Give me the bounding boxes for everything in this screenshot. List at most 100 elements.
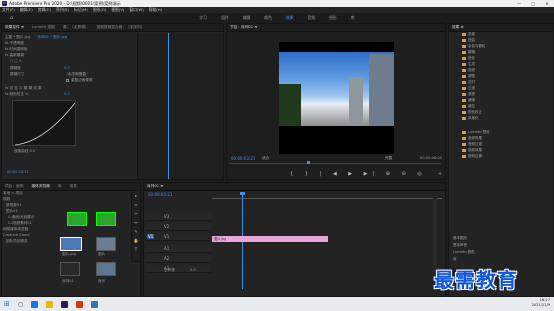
ec-row-color-correction[interactable]: fx 颜色校正 % <box>5 92 28 97</box>
media-thumbnail[interactable] <box>67 212 87 226</box>
effects-item[interactable]: 模糊 <box>462 50 475 55</box>
maximize-button[interactable]: □ <box>526 0 540 7</box>
project-item[interactable]: C:桌面\光线展示 <box>8 215 35 220</box>
tab-lumetri-scopes[interactable]: Lumetri 范围 <box>32 25 55 30</box>
master-track-value[interactable]: 0.0 <box>190 268 196 272</box>
track-header-v1[interactable]: V1 V1 <box>146 233 211 241</box>
project-item[interactable]: 网络媒体浏览器 <box>3 227 28 232</box>
ec-row-custom-blur[interactable]: fx 自 定 义 模 糊 效 果 <box>5 86 42 91</box>
effects-item[interactable]: 通道 <box>462 98 475 103</box>
track-header-v3[interactable]: V3 <box>146 213 211 221</box>
panel-basic-graphics[interactable]: 基本图形 <box>453 236 467 241</box>
home-icon[interactable]: ⌂ <box>3 15 20 21</box>
panel-lumetri-color[interactable]: Lumetri 颜色 <box>453 250 475 255</box>
track-header-v2[interactable]: V2 <box>146 223 211 231</box>
tab-source[interactable]: 源：（无剪辑） <box>63 25 89 30</box>
ec-row-blurriness[interactable]: 模糊度 <box>10 66 21 71</box>
workspace-assembly[interactable]: 组件 <box>214 15 236 21</box>
workspace-learn[interactable]: 学习 <box>193 15 215 21</box>
windows-start-icon[interactable]: ⊞ <box>4 300 10 308</box>
project-item[interactable]: Creative Cloud <box>3 233 29 237</box>
workspace-editing[interactable]: 编辑 <box>236 15 258 21</box>
effects-item[interactable]: 调整 <box>462 74 475 79</box>
media-thumbnail[interactable] <box>96 237 116 251</box>
premiere-icon[interactable] <box>61 300 69 308</box>
track-header-a2[interactable]: A2 <box>146 255 211 263</box>
ec-row-opacity[interactable]: fx 不透明度 <box>5 41 24 46</box>
tab-effects[interactable]: 效果 ≡ <box>452 25 464 30</box>
tab-program[interactable]: 节目：序列01 ≡ <box>230 25 257 30</box>
project-item[interactable]: C:\视频素材01 <box>8 221 32 226</box>
program-playhead[interactable] <box>307 161 310 164</box>
effects-item[interactable]: 过时 <box>462 80 475 85</box>
workspace-libraries[interactable]: 库 <box>344 15 362 21</box>
tab-effect-controls[interactable]: 效果控件 ≡ <box>5 25 24 30</box>
effects-item[interactable]: 生成 <box>462 62 475 67</box>
timeline-timecode[interactable]: 00:00:03:21 <box>148 192 172 197</box>
effects-item[interactable]: 过渡 <box>462 86 475 91</box>
project-path[interactable]: 本地 > 项目 <box>3 191 23 196</box>
ec-row-dimensions[interactable]: 模糊尺寸 <box>10 72 24 77</box>
effects-item[interactable]: 音频效果 <box>462 136 482 141</box>
effects-item[interactable]: Lumetri 预设 <box>462 130 490 135</box>
workspace-effects[interactable]: 效果 <box>279 15 301 21</box>
workspace-graphics[interactable]: 图形 <box>322 15 344 21</box>
effects-item[interactable]: 颜色校正 <box>462 110 482 115</box>
ec-keyframe-area[interactable] <box>137 33 223 179</box>
project-item[interactable]: 视频 <box>3 197 10 202</box>
effects-item[interactable]: 视频过渡 <box>462 154 482 159</box>
ec-blurriness-value[interactable]: 0.0 <box>64 66 70 70</box>
project-item[interactable]: 新视频01 <box>6 203 21 208</box>
workspace-color[interactable]: 颜色 <box>257 15 279 21</box>
time-ruler[interactable] <box>212 193 442 199</box>
playhead-handle[interactable] <box>240 192 245 195</box>
quality-select[interactable]: 完整 <box>385 156 392 161</box>
ec-repeat-edge-checkbox[interactable] <box>66 79 69 82</box>
app-icon[interactable] <box>76 300 84 308</box>
tab-sequence[interactable]: 序列01 ≡ <box>147 184 163 189</box>
effects-item[interactable]: 变换 <box>462 32 475 37</box>
app-icon[interactable] <box>91 300 99 308</box>
search-icon[interactable]: ○ <box>18 301 23 308</box>
browser-icon[interactable] <box>31 300 39 308</box>
track-header-a1[interactable]: A1 <box>146 245 211 253</box>
tab-media-browser[interactable]: 媒体浏览器 <box>31 184 49 189</box>
media-thumbnail-selected[interactable] <box>60 237 82 251</box>
fit-select[interactable]: 适合 <box>262 156 269 161</box>
ec-color-value[interactable]: 0.0 <box>64 92 70 96</box>
panel-libraries[interactable]: 库 <box>453 257 457 262</box>
taskbar-clock[interactable]: 16:27 2021/11/9 <box>532 298 550 308</box>
effects-item[interactable]: 锐化 <box>462 56 475 61</box>
add-button-icon[interactable]: + <box>438 171 442 177</box>
effects-item[interactable]: 音频过渡 <box>462 142 482 147</box>
program-timecode[interactable]: 00:00:03:21 <box>231 156 255 161</box>
tab-audio-mixer[interactable]: 音频剪辑混合器：（无序列） <box>97 25 145 30</box>
transport-controls[interactable]: { } | ◀ ▶ ▶| ⊕ ⊖ ◎ <box>290 171 427 177</box>
minimize-button[interactable]: — <box>512 0 526 7</box>
tool-icons[interactable]: ▸ ⇔ ✂ ↔ ✎ ✋ T <box>132 191 140 254</box>
effects-item[interactable]: 风格化 <box>462 116 479 121</box>
program-video-frame[interactable] <box>279 42 394 154</box>
effects-item[interactable]: 视频 <box>462 68 475 73</box>
ec-playhead[interactable] <box>168 33 169 179</box>
project-item[interactable]: 团队项目服务 <box>6 239 28 244</box>
program-scrub-bar[interactable] <box>229 163 441 164</box>
effects-item[interactable]: 扭曲 <box>462 38 475 43</box>
tab-project[interactable]: 项目：案例 <box>5 184 23 189</box>
tab-info[interactable]: 信息 <box>70 184 77 189</box>
tab-library[interactable]: 库 <box>58 184 62 189</box>
timeline-clip[interactable]: 图片.jpg <box>212 236 328 242</box>
close-button[interactable]: ✕ <box>540 0 554 7</box>
project-item[interactable]: 图片01 <box>6 209 18 214</box>
track-header-a3[interactable]: A3 <box>146 265 211 273</box>
panel-essential-sound[interactable]: 基本声音 <box>453 243 467 248</box>
media-thumbnail[interactable] <box>96 262 116 276</box>
velocity-graph[interactable] <box>12 100 76 146</box>
effects-item[interactable]: 透视 <box>462 92 475 97</box>
effects-item[interactable]: 杂色与颗粒 <box>462 44 486 49</box>
ec-row-time-remap[interactable]: fx 时间重映射 <box>5 47 28 52</box>
ec-dimensions-select[interactable]: 水平和垂直 <box>66 72 88 77</box>
media-thumbnail[interactable] <box>96 212 116 226</box>
ec-mask-icons[interactable]: ○ □ ✎ <box>10 59 22 63</box>
ec-row-gaussian-blur[interactable]: fx 高斯模糊 <box>5 53 24 58</box>
